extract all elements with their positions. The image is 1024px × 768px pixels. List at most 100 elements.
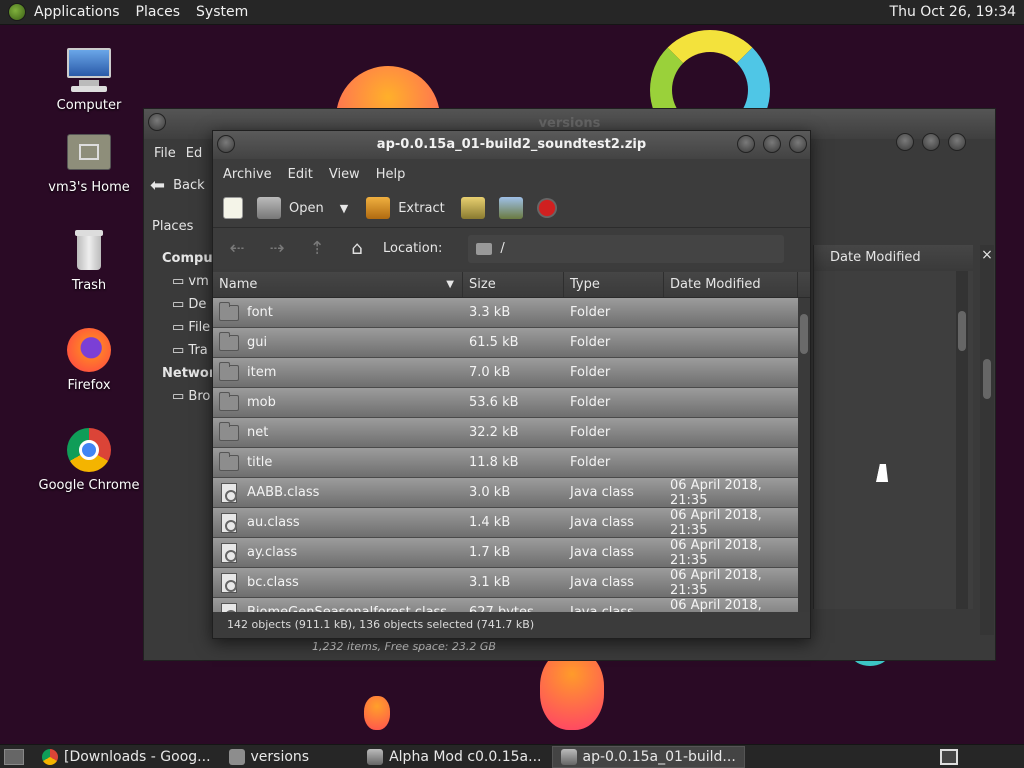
back-button[interactable]: ⬅ Back [150,175,205,196]
file-row[interactable]: font 3.3 kB Folder [213,298,810,328]
versions-file-area[interactable]: Date Modified [813,245,973,609]
file-size: 627 bytes [463,605,564,612]
minimize-button[interactable] [896,133,914,151]
workspace-switcher[interactable] [940,748,958,765]
desktop-icon-home[interactable]: vm3's Home [34,128,144,195]
forward-arrow-icon[interactable]: ⇢ [263,238,291,259]
file-size: 3.3 kB [469,305,511,320]
folder-icon [219,331,239,351]
scroll-thumb[interactable] [983,359,991,399]
desktop-icon-chrome[interactable]: Google Chrome [34,426,144,493]
applications-menu[interactable]: Applications [26,4,128,20]
computer-icon [65,46,113,94]
sidebar-item-home[interactable]: ▭ vm [152,270,212,293]
extract-button[interactable]: Extract [398,201,445,216]
home-icon[interactable]: ⌂ [343,238,371,259]
java-class-icon [221,482,237,503]
versions-outer-scroll[interactable]: × [980,245,994,635]
versions-menubar: File Ed [144,139,214,167]
places-header: Places [152,219,194,234]
sidebar-item-desktop[interactable]: ▭ De [152,293,212,316]
close-pane-icon[interactable]: × [980,245,994,265]
menu-view[interactable]: View [321,167,368,182]
sidebar-item-browse[interactable]: ▭ Bro [152,385,212,408]
new-archive-icon[interactable] [223,197,243,219]
file-row[interactable]: gui 61.5 kB Folder [213,328,810,358]
close-button[interactable] [789,135,807,153]
column-header-size[interactable]: Size [463,272,564,297]
column-header-date[interactable]: Date Modified [814,245,973,271]
file-row[interactable]: au.class 1.4 kB Java class 06 April 2018, 2… [213,508,810,538]
sidebar-item-filesystem[interactable]: ▭ File [152,316,212,339]
menu-edit[interactable]: Edit [280,167,321,182]
file-type: Folder [570,425,611,440]
versions-vscroll[interactable] [956,271,968,609]
show-desktop-icon[interactable] [4,748,24,765]
gnome-logo-icon[interactable] [8,3,26,21]
scroll-thumb[interactable] [958,311,966,351]
file-row[interactable]: AABB.class 3.0 kB Java class 06 April 2018,… [213,478,810,508]
file-row[interactable]: ay.class 1.7 kB Java class 06 April 2018, 2… [213,538,810,568]
places-menu[interactable]: Places [128,4,189,20]
open-archive-icon[interactable] [257,197,281,219]
window-menu-button[interactable] [217,135,235,153]
desktop-icon-computer[interactable]: Computer [34,46,144,113]
menu-file[interactable]: File [144,146,186,161]
task-ap-archive[interactable]: ap-0.0.15a_01-build... [551,745,745,768]
task-chrome-downloads[interactable]: [Downloads - Goog... [34,746,219,768]
stop-icon[interactable] [536,198,557,218]
column-header-date[interactable]: Date Modified [664,272,798,297]
system-menu[interactable]: System [188,4,256,20]
back-arrow-icon[interactable]: ⇠ [223,238,251,259]
scroll-thumb[interactable] [800,314,808,354]
minimize-button[interactable] [737,135,755,153]
location-field[interactable]: / [468,234,785,263]
file-name: au.class [247,515,300,530]
add-files-icon[interactable] [460,197,485,219]
file-list-scrollbar[interactable] [798,298,810,612]
file-row[interactable]: item 7.0 kB Folder [213,358,810,388]
column-header-type[interactable]: Type [564,272,664,297]
desktop-icon-firefox[interactable]: Firefox [34,326,144,393]
open-dropdown-chevron-icon[interactable]: ▼ [340,202,348,215]
maximize-button[interactable] [922,133,940,151]
file-name: net [247,425,269,440]
add-folder-icon[interactable] [498,197,523,219]
window-menu-button[interactable] [148,113,166,131]
file-type: Java class [570,515,634,530]
archive-manager-window[interactable]: ap-0.0.15a_01-build2_soundtest2.zip Arch… [212,130,811,639]
file-list-header: Name ▼ Size Type Date Modified [213,272,810,298]
menu-help[interactable]: Help [368,167,414,182]
sidebar-item-trash[interactable]: ▭ Tra [152,339,212,362]
location-bar: ⇠ ⇢ ⇡ ⌂ Location: / [213,227,810,269]
up-arrow-icon[interactable]: ⇡ [303,238,331,259]
file-row[interactable]: bc.class 3.1 kB Java class 06 April 2018, 2… [213,568,810,598]
file-row[interactable]: net 32.2 kB Folder [213,418,810,448]
maximize-button[interactable] [763,135,781,153]
folder-icon: ▭ [172,297,189,312]
close-button[interactable] [948,133,966,151]
back-label: Back [173,178,205,193]
open-button[interactable]: Open [289,201,324,216]
file-name-cell: title [213,451,463,471]
desktop-icon-trash[interactable]: Trash [34,226,144,293]
java-class-icon [221,602,237,612]
extract-icon[interactable] [366,197,391,219]
archive-window-titlebar[interactable]: ap-0.0.15a_01-build2_soundtest2.zip [213,131,810,159]
folder-icon [219,301,239,321]
file-list[interactable]: Name ▼ Size Type Date Modified font 3.3 kB… [213,272,810,612]
file-type: Folder [570,365,611,380]
column-header-name[interactable]: Name ▼ [213,272,463,297]
task-alpha-mod[interactable]: Alpha Mod c0.0.15a... [359,746,549,768]
menu-archive[interactable]: Archive [215,167,280,182]
file-name-cell: gui [213,331,463,351]
clock[interactable]: Thu Oct 26, 19:34 [890,4,1024,20]
home-folder-icon [65,128,113,176]
file-row[interactable]: BiomeGenSeasonalforest.class 627 bytesJav… [213,598,810,612]
file-row[interactable]: mob 53.6 kB Folder [213,388,810,418]
file-row[interactable]: title 11.8 kB Folder [213,448,810,478]
wallpaper-small-drop [364,696,390,730]
firefox-icon [65,326,113,374]
menu-edit[interactable]: Ed [186,146,202,161]
task-versions[interactable]: versions [221,746,318,768]
